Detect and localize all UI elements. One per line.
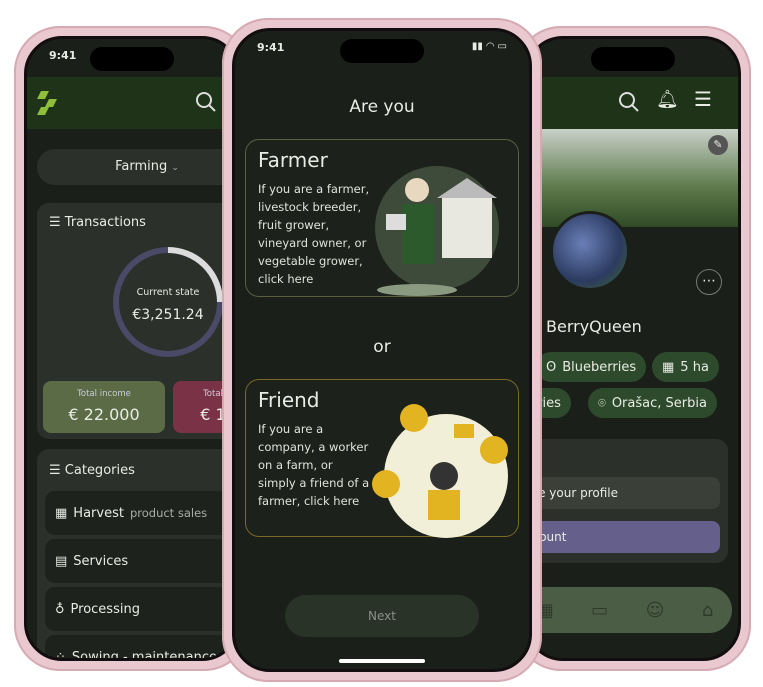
inbox-icon[interactable]: ▭ xyxy=(591,600,608,621)
category-label: Services xyxy=(73,553,129,569)
friend-illustration xyxy=(372,404,508,538)
question-title: Are you xyxy=(349,97,415,117)
chip-blueberries: ʘ Blueberries xyxy=(536,352,647,382)
next-button[interactable]: Next xyxy=(285,595,479,637)
money-icon: ▤ xyxy=(55,553,68,569)
category-label: Sowing - maintenance xyxy=(71,649,217,661)
account-button[interactable]: ccount xyxy=(528,521,720,553)
friend-title: Friend xyxy=(258,388,320,412)
dynamic-island xyxy=(90,47,174,71)
category-label: Processing xyxy=(70,601,140,617)
income-label: Total income xyxy=(77,389,131,399)
app-logo-icon xyxy=(37,91,57,115)
bot-icon[interactable]: ☺ xyxy=(646,600,665,621)
field-icon: ▦ xyxy=(662,359,675,375)
bottom-nav: ▦ ▭ ☺ ⌂ xyxy=(528,587,732,633)
category-sub: product sales xyxy=(129,506,208,520)
category-label: Harvest xyxy=(73,505,124,521)
categories-title: Categories xyxy=(64,463,135,478)
dynamic-island xyxy=(591,47,675,71)
search-icon[interactable] xyxy=(195,91,217,113)
app-header xyxy=(27,77,237,129)
category-harvest[interactable]: ▦ Harvest product sales xyxy=(45,491,237,535)
income-card: Total income € 22.000 xyxy=(43,381,165,433)
username: BerryQueen xyxy=(546,317,642,336)
left-phone: 9:41 Farming ⌄ ☰ Transactions Current st… xyxy=(14,26,250,671)
state-value: €3,251.24 xyxy=(132,307,204,323)
income-value: € 22.000 xyxy=(68,405,140,424)
balance-ring xyxy=(113,247,223,357)
selector-label: Farming xyxy=(115,159,168,174)
seeds-icon: ⁘ xyxy=(55,649,66,661)
dynamic-island xyxy=(340,39,424,63)
chip-location: ⌾ Orašac, Serbia xyxy=(588,388,717,418)
menu-icon[interactable]: ☰ xyxy=(694,87,712,111)
money-bag-icon: ♁ xyxy=(55,601,65,617)
right-screen: 🔔︎ ☰ ✎ ⋯ BerryQueen ʘ Blueberries ▦ 5 ha e… xyxy=(525,36,741,661)
harvest-icon: ▦ xyxy=(55,505,68,521)
category-sowing[interactable]: ⁘ Sowing - maintenance xyxy=(45,635,237,661)
chevron-down-icon: ⌄ xyxy=(171,163,179,173)
farmer-illustration xyxy=(375,166,499,296)
app-header: 🔔︎ ☰ xyxy=(528,77,738,129)
bell-icon[interactable]: 🔔︎ xyxy=(656,89,679,110)
transactions-card: ☰ Transactions Current state €3,251.24 T… xyxy=(37,203,237,439)
chip-area: ▦ 5 ha xyxy=(652,352,719,382)
chip-label: Orašac, Serbia xyxy=(611,395,707,411)
more-icon[interactable]: ⋯ xyxy=(696,269,722,295)
edit-icon[interactable]: ✎ xyxy=(708,135,728,155)
avatar xyxy=(550,211,630,291)
cover-photo: ✎ xyxy=(528,129,738,227)
farmer-option[interactable]: Farmer If you are a farmer, livestock br… xyxy=(245,139,519,297)
transactions-title: Transactions xyxy=(64,215,146,230)
farming-selector[interactable]: Farming ⌄ xyxy=(37,149,237,185)
state-label: Current state xyxy=(136,287,200,298)
location-pin-icon: ⌾ xyxy=(598,395,606,411)
category-processing[interactable]: ♁ Processing xyxy=(45,587,237,631)
or-label: or xyxy=(373,337,391,357)
status-time: 9:41 xyxy=(49,49,77,62)
store-icon[interactable]: ⌂ xyxy=(702,600,713,621)
home-indicator xyxy=(339,659,425,663)
farmer-text: If you are a farmer, livestock breeder, … xyxy=(258,182,370,286)
center-phone: 9:41 ▮▮ ◠ ▭ Are you Farmer If you are a f… xyxy=(222,18,542,682)
farmer-title: Farmer xyxy=(258,148,328,172)
center-screen: 9:41 ▮▮ ◠ ▭ Are you Farmer If you are a f… xyxy=(232,28,532,672)
signal-wifi-battery-icon: ▮▮ ◠ ▭ xyxy=(471,41,507,52)
category-services[interactable]: ▤ Services xyxy=(45,539,237,583)
status-time: 9:41 xyxy=(257,41,285,54)
list-icon: ☰ xyxy=(49,463,61,478)
berry-icon: ʘ xyxy=(546,359,557,375)
right-phone: 🔔︎ ☰ ✎ ⋯ BerryQueen ʘ Blueberries ▦ 5 ha e… xyxy=(515,26,751,671)
friend-option[interactable]: Friend If you are a company, a worker on… xyxy=(245,379,519,538)
list-icon: ☰ xyxy=(49,215,61,230)
search-icon[interactable] xyxy=(618,91,640,113)
left-screen: 9:41 Farming ⌄ ☰ Transactions Current st… xyxy=(24,36,240,661)
complete-profile-button[interactable]: ete your profile xyxy=(528,477,720,509)
categories-card: ☰ Categories ▦ Harvest product sales ▤ Serv… xyxy=(37,449,237,661)
friend-text: If you are a company, a worker on a farm… xyxy=(258,422,370,508)
profile-card: n ete your profile ccount xyxy=(528,439,728,563)
chip-label: Blueberries xyxy=(562,359,637,375)
chip-label: 5 ha xyxy=(680,359,709,375)
